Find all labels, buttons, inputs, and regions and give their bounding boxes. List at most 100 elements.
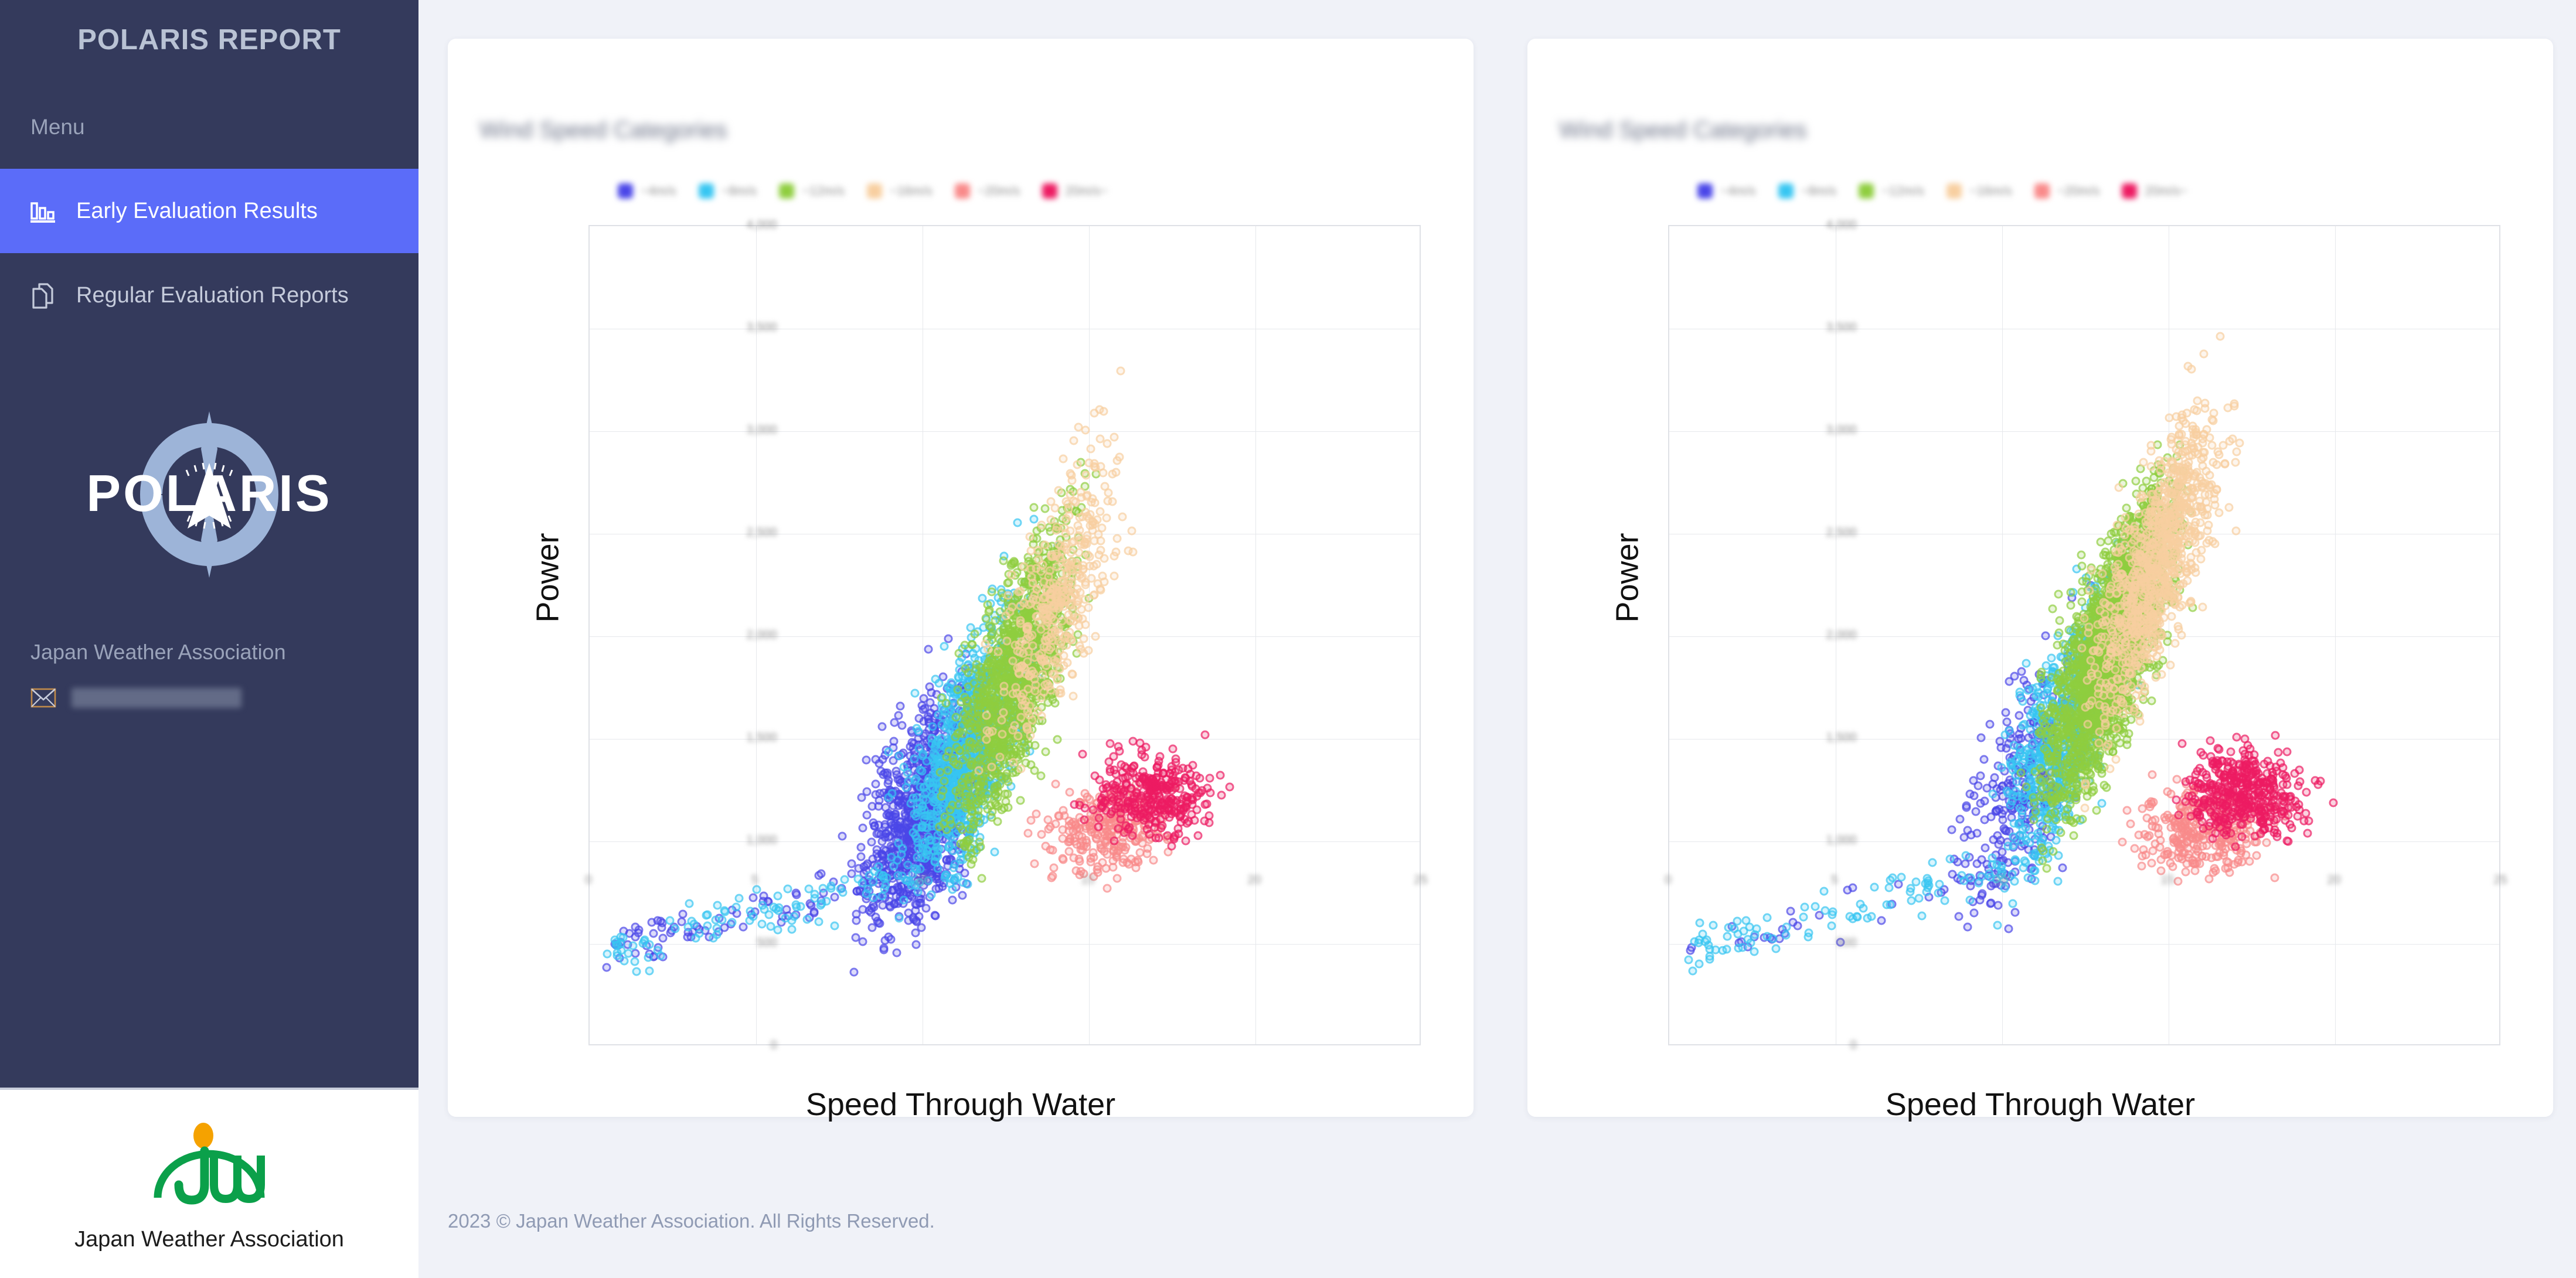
scatter-point xyxy=(1734,944,1743,953)
legend-swatch-icon xyxy=(1947,183,1962,199)
legend-item[interactable]: 20m/s~ xyxy=(2122,183,2187,199)
scatter-point xyxy=(1025,710,1033,719)
bar-chart-icon xyxy=(27,195,59,227)
scatter-point xyxy=(666,916,675,925)
scatter-point xyxy=(857,879,866,888)
scatter-point xyxy=(996,753,1005,762)
gridline-horizontal xyxy=(1669,944,2499,945)
contact-email-redacted[interactable] xyxy=(72,688,241,708)
sidebar-item-early-evaluation-results[interactable]: Early Evaluation Results xyxy=(0,169,418,253)
scatter-point xyxy=(1028,666,1037,675)
legend-item[interactable]: 20m/s~ xyxy=(1042,183,1108,199)
scatter-point xyxy=(2005,726,2014,735)
chart-card-right: Wind Speed Categories ~4m/s ~8m/s ~12m/s ~1… xyxy=(1527,39,2553,1117)
polaris-logo: POLARIS xyxy=(0,407,418,582)
legend-item[interactable]: ~20m/s xyxy=(955,183,1020,199)
legend-item[interactable]: ~16m/s xyxy=(1947,183,2012,199)
scatter-point xyxy=(880,874,889,882)
scatter-point xyxy=(1003,803,1012,812)
scatter-point xyxy=(1026,533,1035,541)
scatter-point xyxy=(1695,919,1704,928)
scatter-point xyxy=(1993,901,2002,909)
scatter-point xyxy=(1067,476,1076,485)
scatter-point xyxy=(792,891,801,899)
scatter-point xyxy=(924,645,933,653)
scatter-point xyxy=(1135,810,1144,819)
scatter-point xyxy=(955,747,964,755)
scatter-point xyxy=(935,679,944,688)
scatter-point xyxy=(746,916,754,925)
scatter-point xyxy=(1037,520,1046,529)
scatter-point xyxy=(915,714,924,723)
scatter-point xyxy=(1059,454,1067,463)
legend-item[interactable]: ~4m/s xyxy=(618,183,676,199)
scatter-point xyxy=(918,706,927,714)
scatter-point xyxy=(603,963,611,972)
scatter-point xyxy=(955,649,964,658)
scatter-point xyxy=(1128,737,1137,745)
scatter-point xyxy=(2011,908,2020,916)
legend-swatch-icon xyxy=(1778,183,1794,199)
scatter-point xyxy=(1175,829,1183,838)
scatter-point xyxy=(1142,850,1151,858)
legend-item[interactable]: ~16m/s xyxy=(867,183,933,199)
gridline-vertical xyxy=(1255,226,1256,1044)
scatter-point xyxy=(958,721,967,730)
scatter-point xyxy=(1066,526,1074,535)
scatter-point xyxy=(1023,829,1032,837)
scatter-point xyxy=(1166,779,1175,788)
scatter-point xyxy=(1076,845,1085,854)
scatter-point xyxy=(1110,784,1119,793)
legend-item[interactable]: ~8m/s xyxy=(1778,183,1837,199)
scatter-point xyxy=(671,925,679,933)
legend-label: ~20m/s xyxy=(978,183,1020,199)
scatter-point xyxy=(709,933,717,942)
scatter-point xyxy=(1029,515,1038,524)
scatter-point xyxy=(958,891,967,900)
legend-item[interactable]: ~4m/s xyxy=(1697,183,1756,199)
scatter-point xyxy=(1010,721,1019,730)
scatter-point xyxy=(758,919,767,928)
scatter-point xyxy=(792,902,801,911)
scatter-point xyxy=(1118,858,1127,867)
scatter-point xyxy=(1159,769,1168,778)
legend-item[interactable]: ~12m/s xyxy=(779,183,845,199)
scatter-point xyxy=(1103,497,1112,506)
scatter-point xyxy=(1973,829,1982,837)
chart-title: Wind Speed Categories xyxy=(1559,117,1806,144)
scatter-point xyxy=(1013,518,1022,527)
scatter-point xyxy=(913,887,922,896)
scatter-point xyxy=(911,776,920,785)
scatter-point xyxy=(900,895,908,904)
plot-area xyxy=(588,225,1421,1045)
scatter-point xyxy=(1110,552,1118,561)
legend-item[interactable]: ~12m/s xyxy=(1859,183,1924,199)
scatter-point xyxy=(1082,471,1091,479)
gridline-vertical xyxy=(2335,226,2336,1044)
scatter-point xyxy=(1009,758,1018,766)
scatter-point xyxy=(830,893,839,902)
x-axis-tick-label: 10 xyxy=(914,873,928,887)
scatter-point xyxy=(950,864,958,873)
scatter-point xyxy=(603,950,612,959)
scatter-point xyxy=(857,843,866,852)
scatter-point xyxy=(1121,843,1130,852)
legend-item[interactable]: ~8m/s xyxy=(699,183,757,199)
scatter-point xyxy=(871,755,880,764)
scatter-point xyxy=(1110,572,1119,581)
legend-item[interactable]: ~20m/s xyxy=(2034,183,2100,199)
scatter-point xyxy=(1972,807,1981,816)
scatter-point xyxy=(1059,806,1068,815)
scatter-point xyxy=(885,901,894,910)
sidebar-title: POLARIS REPORT xyxy=(0,0,418,62)
scatter-point xyxy=(1017,713,1026,722)
scatter-point xyxy=(1074,423,1083,432)
scatter-point xyxy=(1019,690,1028,698)
y-axis-tick-label: 3,500 xyxy=(746,321,777,335)
scatter-point xyxy=(1918,911,1927,920)
scatter-point xyxy=(1077,540,1086,549)
sidebar-item-regular-evaluation-reports[interactable]: Regular Evaluation Reports xyxy=(0,253,418,338)
scatter-point xyxy=(858,824,867,833)
scatter-point xyxy=(1094,863,1102,871)
scatter-point xyxy=(870,822,879,830)
